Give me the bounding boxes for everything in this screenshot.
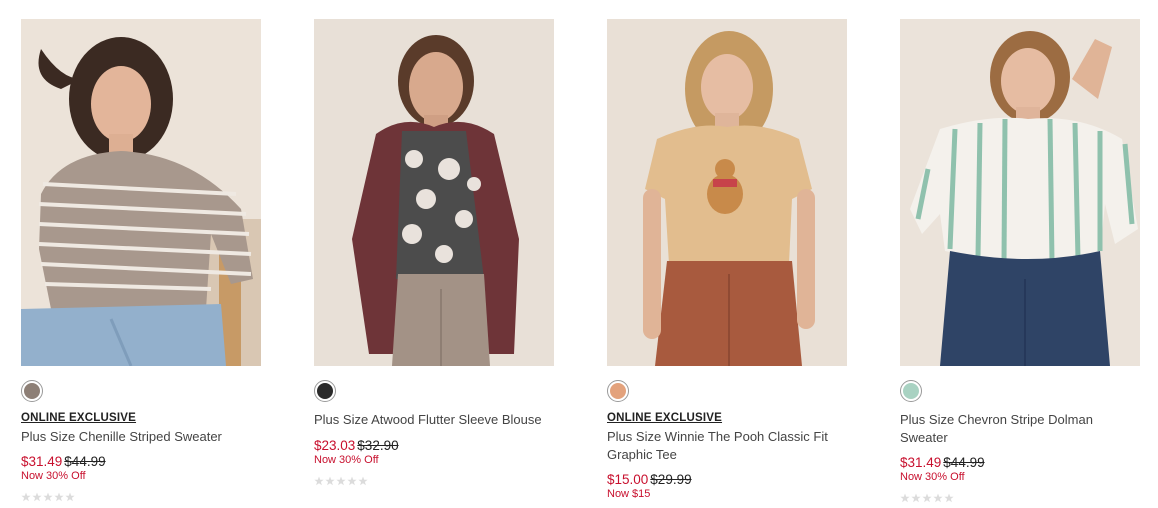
sale-price: $15.00 bbox=[607, 472, 649, 487]
price-row: $15.00 $29.99 bbox=[607, 472, 852, 488]
star-icon bbox=[54, 492, 64, 502]
promo-text: Now 30% Off bbox=[900, 471, 965, 483]
star-icon bbox=[32, 492, 42, 502]
product-title[interactable]: Plus Size Chevron Stripe Dolman Sweater bbox=[900, 411, 1135, 447]
swatch-color-dot bbox=[903, 383, 919, 399]
star-icon bbox=[944, 493, 954, 503]
promo-text: Now 30% Off bbox=[21, 470, 86, 482]
price-row: $31.49 $44.99 bbox=[21, 454, 266, 470]
product-image[interactable] bbox=[900, 19, 1140, 366]
product-card[interactable]: Plus Size Atwood Flutter Sleeve Blouse $… bbox=[314, 19, 559, 486]
rating-stars[interactable] bbox=[21, 492, 266, 502]
online-exclusive-badge[interactable]: ONLINE EXCLUSIVE bbox=[607, 411, 852, 425]
rating-stars[interactable] bbox=[900, 493, 1145, 503]
product-card[interactable]: Plus Size Chevron Stripe Dolman Sweater … bbox=[900, 19, 1145, 503]
product-card[interactable]: ONLINE EXCLUSIVE Plus Size Winnie The Po… bbox=[607, 19, 852, 501]
product-card[interactable]: ONLINE EXCLUSIVE Plus Size Chenille Stri… bbox=[21, 19, 266, 502]
star-icon bbox=[358, 476, 368, 486]
price-row: $31.49 $44.99 bbox=[900, 455, 1145, 471]
product-title[interactable]: Plus Size Chenille Striped Sweater bbox=[21, 428, 256, 446]
product-photo-illustration bbox=[900, 19, 1140, 366]
star-icon bbox=[922, 493, 932, 503]
price-row: $23.03 $32.90 bbox=[314, 438, 559, 454]
star-icon bbox=[933, 493, 943, 503]
original-price: $29.99 bbox=[650, 472, 692, 487]
product-photo-illustration bbox=[21, 19, 261, 366]
sale-price: $31.49 bbox=[21, 454, 63, 469]
product-photo-illustration bbox=[607, 19, 847, 366]
star-icon bbox=[911, 493, 921, 503]
original-price: $44.99 bbox=[943, 455, 985, 470]
swatch-color-dot bbox=[24, 383, 40, 399]
product-image[interactable] bbox=[21, 19, 261, 366]
star-icon bbox=[65, 492, 75, 502]
product-title[interactable]: Plus Size Atwood Flutter Sleeve Blouse bbox=[314, 411, 549, 429]
rating-stars[interactable] bbox=[314, 476, 559, 486]
swatch-color-dot bbox=[610, 383, 626, 399]
online-exclusive-badge[interactable]: ONLINE EXCLUSIVE bbox=[21, 411, 266, 425]
product-photo-illustration bbox=[314, 19, 554, 366]
original-price: $44.99 bbox=[64, 454, 106, 469]
star-icon bbox=[900, 493, 910, 503]
star-icon bbox=[347, 476, 357, 486]
star-icon bbox=[21, 492, 31, 502]
product-image[interactable] bbox=[314, 19, 554, 366]
product-title[interactable]: Plus Size Winnie The Pooh Classic Fit Gr… bbox=[607, 428, 842, 464]
original-price: $32.90 bbox=[357, 438, 399, 453]
star-icon bbox=[43, 492, 53, 502]
swatch-color-dot bbox=[317, 383, 333, 399]
color-swatch[interactable] bbox=[21, 380, 43, 402]
product-image[interactable] bbox=[607, 19, 847, 366]
promo-text: Now 30% Off bbox=[314, 454, 379, 466]
color-swatch[interactable] bbox=[314, 380, 336, 402]
star-icon bbox=[336, 476, 346, 486]
star-icon bbox=[314, 476, 324, 486]
color-swatch[interactable] bbox=[607, 380, 629, 402]
star-icon bbox=[325, 476, 335, 486]
color-swatch[interactable] bbox=[900, 380, 922, 402]
product-grid: ONLINE EXCLUSIVE Plus Size Chenille Stri… bbox=[0, 0, 1158, 508]
promo-text: Now $15 bbox=[607, 488, 651, 500]
sale-price: $23.03 bbox=[314, 438, 356, 453]
sale-price: $31.49 bbox=[900, 455, 942, 470]
